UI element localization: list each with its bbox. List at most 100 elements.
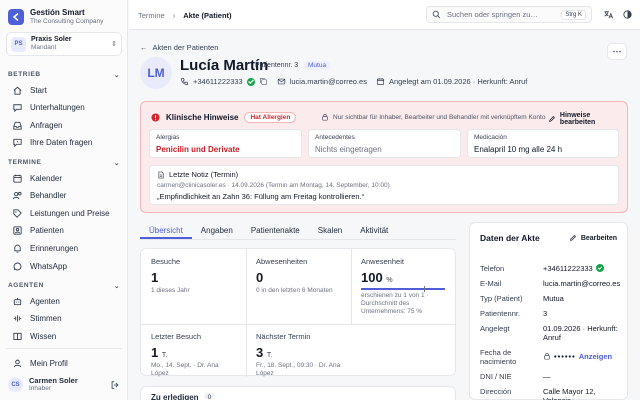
email-text: lucia.martin@correo.es	[289, 77, 367, 86]
sidebar-item-unterhaltungen[interactable]: Unterhaltungen	[6, 99, 122, 115]
row-key: DNI / NIE	[480, 372, 512, 381]
row-key: Typ (Patient)	[480, 294, 523, 303]
sidebar-item-label: Stimmen	[30, 313, 62, 323]
practice-role: Mandant	[31, 44, 57, 51]
arrow-left-icon: ←	[140, 43, 148, 52]
sidebar-item-wissen[interactable]: Wissen	[6, 328, 122, 344]
sidebar-item-patienten[interactable]: Patienten	[6, 222, 122, 238]
section-label: BETRIEB	[8, 71, 41, 78]
translate-icon[interactable]	[603, 9, 614, 20]
stat-unit: %	[386, 277, 393, 284]
theme-toggle-icon[interactable]	[622, 9, 633, 20]
section-label: TERMINE	[8, 159, 42, 166]
mail-icon	[277, 78, 285, 85]
row-key: Dirección	[480, 387, 512, 396]
inbox-icon	[13, 121, 22, 130]
section-betrieb[interactable]: BETRIEB ⌄	[8, 71, 120, 79]
tab-patientenakte[interactable]: Patientenakte	[242, 224, 309, 239]
patient-phone[interactable]: +34611222333	[180, 77, 268, 86]
more-icon: ⋯	[612, 46, 622, 56]
stat-label: Nächster Termin	[256, 332, 311, 341]
patient-meta: +34611222333 lucia.martin@correo.es Ange…	[180, 77, 527, 86]
record-title: Daten der Akte	[480, 233, 540, 243]
back-link[interactable]: ← Akten der Patienten	[140, 43, 218, 52]
section-agenten[interactable]: AGENTEN ⌄	[8, 282, 120, 290]
record-row: Patientennr. 3	[480, 309, 625, 318]
section-label: AGENTEN	[8, 282, 44, 289]
clinical-notes-panel: Klinische Hinweise Hat Allergien Nur sic…	[140, 101, 628, 213]
box-label: Alergias	[156, 134, 180, 141]
record-row: DNI / NIE —	[480, 372, 625, 381]
edit-notes-button[interactable]: Hinweise bearbeiten	[548, 112, 627, 126]
sidebar-item-anfragen[interactable]: Anfragen	[6, 117, 122, 133]
tab-skalen[interactable]: Skalen	[309, 224, 351, 239]
waveform-icon	[13, 314, 22, 322]
tab-aktivitaet[interactable]: Aktivität	[351, 224, 397, 239]
sidebar-item-agenten[interactable]: Agenten	[6, 293, 122, 309]
clinical-title: Klinische Hinweise Hat Allergien	[151, 112, 297, 123]
alert-circle-icon	[151, 113, 160, 122]
back-label: Akten der Patienten	[152, 43, 219, 52]
sidebar-item-erinnerungen[interactable]: Erinnerungen	[6, 240, 122, 256]
sidebar-item-whatsapp[interactable]: WhatsApp	[6, 258, 122, 274]
edit-record-button[interactable]: Bearbeiten	[569, 234, 617, 242]
book-icon	[13, 332, 22, 340]
home-icon	[13, 86, 22, 95]
search-icon	[432, 10, 441, 19]
chevron-down-icon: ⌄	[113, 160, 120, 167]
insurance-badge: Mutua	[304, 61, 331, 70]
record-row: Angelegt 01.09.2026 · Herkunft: Anruf	[480, 324, 625, 342]
sidebar-item-leistungen[interactable]: Leistungen und Preise	[6, 205, 122, 221]
row-value: Calle Mayor 12, Valencia	[543, 387, 596, 400]
row-value: 01.09.2026 · Herkunft: Anruf	[543, 324, 618, 342]
reveal-birthdate-link[interactable]: Anzeigen	[579, 352, 612, 361]
crumb-termine[interactable]: Termine	[138, 11, 165, 20]
stat-label: Abwesenheiten	[256, 257, 308, 266]
sidebar-item-stimmen[interactable]: Stimmen	[6, 310, 122, 326]
chevron-right-icon: ›	[172, 11, 176, 20]
sidebar-item-daten-fragen[interactable]: Ihre Daten fragen	[6, 134, 122, 150]
visibility-note: Nur sichtbar für Inhaber, Bearbeiter und…	[321, 113, 545, 121]
stat-unit: T.	[161, 352, 168, 359]
sidebar-item-start[interactable]: Start	[6, 82, 122, 98]
bot-icon	[13, 297, 22, 305]
more-options-button[interactable]: ⋯	[607, 43, 627, 60]
row-value: •••••• Anzeigen	[543, 352, 625, 366]
pencil-icon	[549, 116, 555, 122]
document-icon	[158, 171, 164, 178]
row-key: E-Mail	[480, 279, 502, 288]
stat-value-number: 1	[151, 345, 159, 360]
practice-badge: PS	[11, 36, 26, 52]
chevron-updown-icon: ⇕	[111, 41, 117, 48]
copy-icon[interactable]	[259, 77, 268, 86]
logout-icon[interactable]	[110, 380, 120, 390]
practice-switcher[interactable]: PS Praxis Soler Mandant ⇕	[6, 32, 122, 56]
box-value: Penicilin und Derivate	[156, 145, 240, 154]
sidebar-item-kalender[interactable]: Kalender	[6, 170, 122, 186]
stat-value-number: 3	[256, 345, 264, 360]
record-row: Telefon +34611222333	[480, 264, 625, 273]
breadcrumb: Termine › Akte (Patient)	[138, 11, 232, 20]
whatsapp-icon	[13, 262, 22, 270]
divider	[6, 348, 122, 349]
row-value: —	[543, 372, 551, 381]
topbar: Termine › Akte (Patient) Suchen oder spr…	[129, 0, 640, 30]
tab-angaben[interactable]: Angaben	[192, 224, 242, 239]
sidebar-item-label: Behandler	[30, 190, 67, 200]
last-note: Letzte Notiz (Termin) carmen@clinicasole…	[149, 165, 619, 205]
brand[interactable]: Gestión Smart The Consulting Company	[8, 8, 103, 26]
todo-title: Zu erledigen	[151, 393, 199, 400]
message-question-icon	[13, 138, 22, 147]
patient-email[interactable]: lucia.martin@correo.es	[277, 77, 367, 86]
sidebar-item-behandler[interactable]: Behandler	[6, 187, 122, 203]
todo-section[interactable]: Zu erledigen 0	[140, 386, 456, 400]
row-key: Telefon	[480, 264, 505, 273]
note-title-text: Letzte Notiz (Termin)	[169, 170, 239, 179]
search-input[interactable]: Suchen oder springen zu… Strg K	[426, 6, 592, 23]
section-termine[interactable]: TERMINE ⌄	[8, 159, 120, 167]
tab-uebersicht[interactable]: Übersicht	[140, 224, 192, 239]
stat-value: 0	[256, 270, 264, 285]
lock-icon	[544, 353, 550, 360]
sidebar-item-profil[interactable]: Mein Profil	[6, 355, 122, 371]
search-placeholder: Suchen oder springen zu…	[447, 10, 538, 19]
